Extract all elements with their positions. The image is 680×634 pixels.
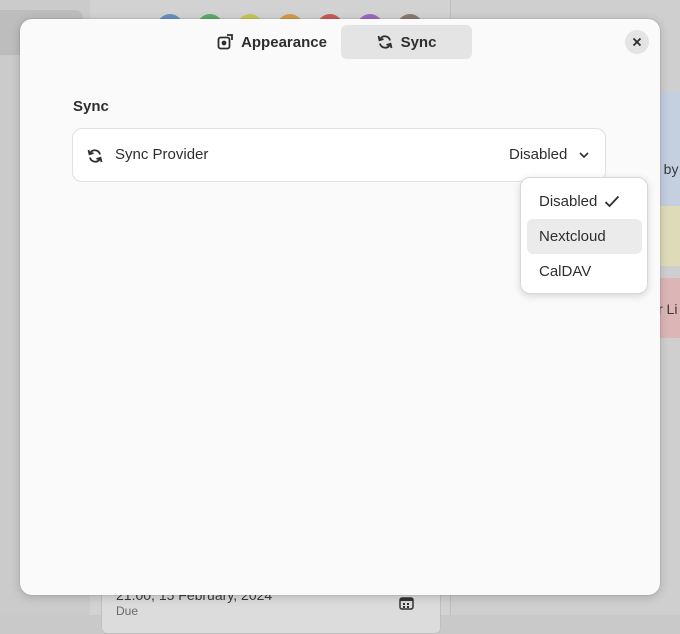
close-button[interactable] <box>625 30 649 54</box>
tab-appearance[interactable]: Appearance <box>207 25 337 59</box>
section-title: Sync <box>73 98 109 115</box>
sync-icon <box>377 35 392 49</box>
sync-provider-popover: Disabled Nextcloud CalDAV <box>520 177 648 294</box>
tab-appearance-label: Appearance <box>241 33 327 51</box>
menu-item-nextcloud[interactable]: Nextcloud <box>527 219 642 254</box>
menu-item-disabled[interactable]: Disabled <box>527 184 642 219</box>
checkmark-icon <box>604 195 620 208</box>
bg-task-due: Due <box>116 604 139 618</box>
calendar-icon <box>399 597 414 610</box>
bg-card-text: r Li <box>658 301 678 317</box>
appearance-icon <box>217 34 233 50</box>
sync-icon <box>87 149 103 163</box>
menu-item-label: CalDAV <box>539 263 592 280</box>
menu-item-label: Nextcloud <box>539 228 606 245</box>
tab-sync-label: Sync <box>400 33 437 51</box>
tab-sync[interactable]: Sync <box>341 25 472 59</box>
sync-provider-row[interactable]: Sync Provider Disabled <box>72 128 606 182</box>
menu-item-caldav[interactable]: CalDAV <box>527 254 642 289</box>
menu-item-label: Disabled <box>539 193 598 210</box>
chevron-down-icon[interactable] <box>578 151 590 159</box>
close-icon <box>632 37 642 47</box>
preferences-dialog: Appearance Sync Sync Sync Provider Disab… <box>20 19 660 595</box>
sync-provider-label: Sync Provider <box>115 146 209 163</box>
sync-provider-value[interactable]: Disabled <box>509 146 567 163</box>
